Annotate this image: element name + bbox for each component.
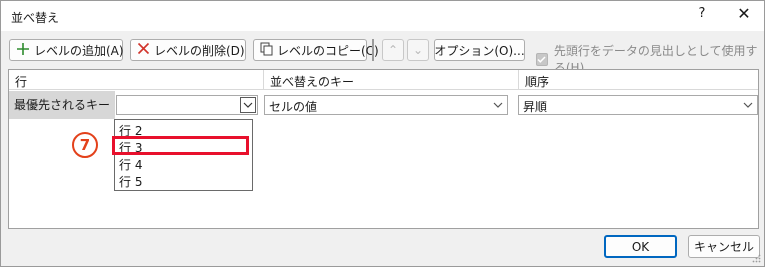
- ok-button[interactable]: OK: [604, 235, 677, 258]
- step-number-badge: 7: [72, 132, 98, 158]
- options-button[interactable]: オプション(O)...: [434, 39, 525, 61]
- sort-level-label[interactable]: 最優先されるキー: [9, 91, 115, 119]
- add-level-button[interactable]: レベルの追加(A): [9, 39, 124, 61]
- title-bar: 並べ替え ? ✕: [1, 1, 764, 31]
- copy-level-label: レベルのコピー(C): [277, 43, 379, 58]
- chevron-down-icon[interactable]: [240, 97, 256, 113]
- chevron-down-icon[interactable]: [490, 97, 506, 113]
- copy-icon: [260, 42, 273, 59]
- copy-level-button[interactable]: レベルのコピー(C): [253, 39, 379, 61]
- checkbox-checked-icon: [536, 52, 548, 66]
- dialog-title: 並べ替え: [11, 11, 60, 25]
- sort-dialog: 並べ替え ? ✕ レベルの追加(A) レベルの削除(D) レベルのコピー(C) …: [0, 0, 765, 267]
- delete-level-label: レベルの削除(D): [154, 43, 245, 58]
- chevron-up-icon: ⌃: [387, 43, 399, 57]
- dropdown-item[interactable]: 行 4: [119, 156, 142, 172]
- order-value: 昇順: [523, 100, 548, 114]
- add-level-label: レベルの追加(A): [34, 43, 124, 58]
- order-select[interactable]: 昇順: [518, 95, 758, 115]
- column-select[interactable]: [116, 95, 258, 115]
- chevron-down-icon[interactable]: [740, 97, 756, 113]
- sort-on-select[interactable]: セルの値: [264, 95, 508, 115]
- delete-x-icon: [137, 42, 150, 58]
- resize-grip-icon[interactable]: [752, 254, 761, 263]
- move-up-button[interactable]: ⌃: [382, 39, 404, 61]
- column-dropdown-list: 行 2 行 3 行 4 行 5: [114, 119, 253, 191]
- delete-level-button[interactable]: レベルの削除(D): [130, 39, 246, 61]
- dropdown-item[interactable]: 行 5: [119, 173, 142, 189]
- sort-on-value: セルの値: [269, 100, 318, 114]
- move-down-button[interactable]: ⌄: [407, 39, 429, 61]
- column-header-order: 順序: [519, 70, 758, 90]
- column-header-sort-on: 並べ替えのキー: [264, 70, 519, 90]
- chevron-down-icon: ⌄: [412, 43, 424, 57]
- close-icon[interactable]: ✕: [733, 4, 755, 26]
- column-header-column: 行: [9, 70, 264, 90]
- plus-icon: [16, 42, 30, 59]
- toolbar-separator: [372, 39, 374, 61]
- help-icon[interactable]: ?: [694, 6, 710, 24]
- options-label: オプション(O)...: [434, 43, 525, 58]
- highlight-box: [112, 136, 249, 155]
- cancel-button[interactable]: キャンセル: [688, 235, 760, 258]
